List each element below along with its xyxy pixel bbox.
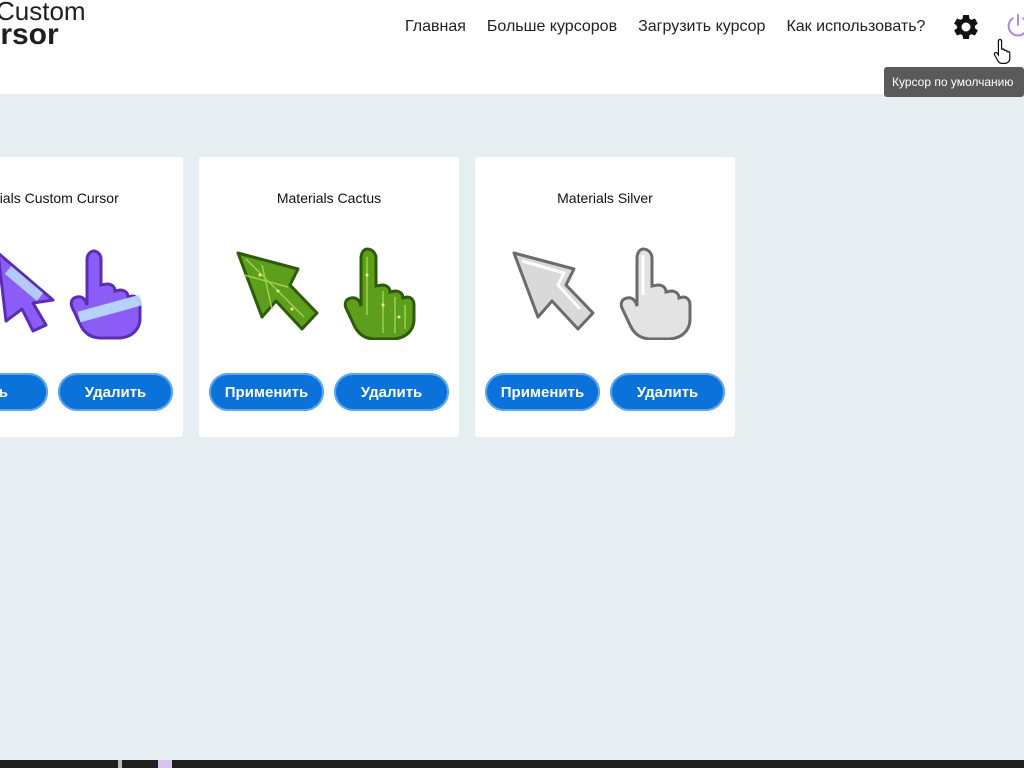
power-tooltip: Курсор по умолчанию (884, 67, 1024, 97)
delete-button[interactable]: Удалить (610, 373, 725, 411)
hand-pointer-icon (993, 38, 1011, 64)
site-logo[interactable]: Custom ursor (0, 0, 86, 50)
main-nav: Главная Больше курсоров Загрузить курсор… (405, 17, 946, 37)
gear-icon[interactable] (951, 12, 981, 42)
taskbar-edge (0, 760, 1024, 768)
delete-button[interactable]: Удалить (58, 373, 173, 411)
cursor-card-silver: Materials Silver Применить Удалить (475, 157, 735, 437)
apply-button[interactable]: Применить (485, 373, 600, 411)
cursor-card-cactus: Materials Cactus Применить Удалить (199, 157, 459, 437)
purple-hand-cursor-icon (69, 249, 143, 340)
cactus-arrow-cursor-icon (236, 251, 319, 331)
apply-button[interactable]: нить (0, 373, 48, 411)
nav-more-cursors[interactable]: Больше курсоров (487, 17, 617, 37)
nav-how-to-use[interactable]: Как использовать? (786, 17, 925, 37)
taskbar-mark (158, 760, 172, 768)
purple-arrow-cursor-icon (0, 252, 55, 333)
cursor-card-custom: erials Custom Cursor нить Удалить (0, 157, 183, 437)
silver-arrow-cursor-icon (512, 251, 595, 331)
card-title: erials Custom Cursor (0, 190, 119, 206)
cactus-hand-cursor-icon (343, 247, 416, 340)
silver-hand-cursor-icon (619, 247, 692, 340)
header: Custom ursor Главная Больше курсоров Заг… (0, 0, 1024, 97)
taskbar-mark (118, 760, 122, 768)
nav-home[interactable]: Главная (405, 17, 466, 37)
apply-button[interactable]: Применить (209, 373, 324, 411)
card-title: Materials Cactus (276, 190, 382, 206)
card-title: Materials Silver (557, 190, 653, 206)
delete-button[interactable]: Удалить (334, 373, 449, 411)
power-icon[interactable] (1004, 12, 1024, 40)
nav-upload-cursor[interactable]: Загрузить курсор (638, 17, 765, 37)
page: Custom ursor Главная Больше курсоров Заг… (0, 0, 1024, 768)
